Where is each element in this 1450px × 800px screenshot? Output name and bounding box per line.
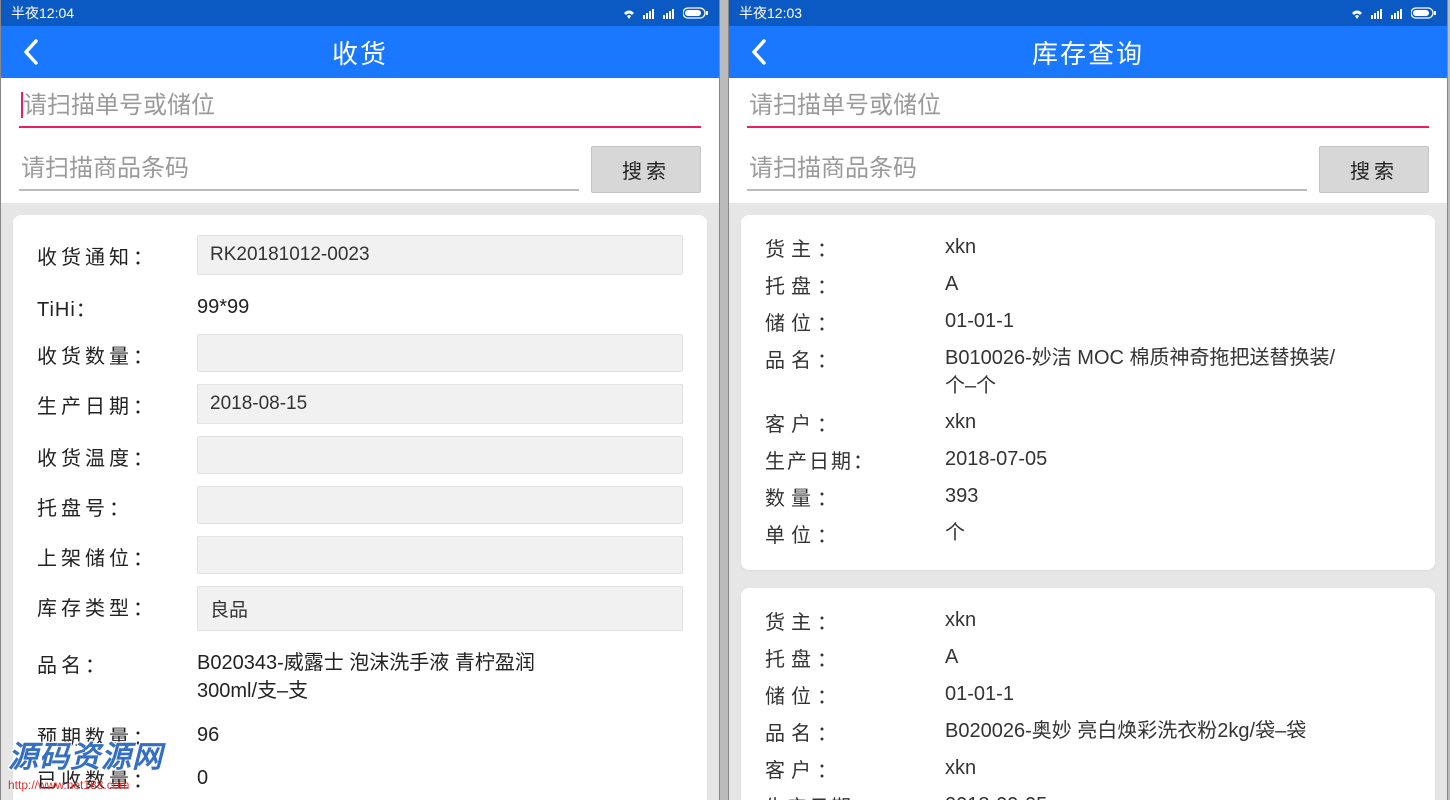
stock-type-label: 库存类型：	[37, 586, 197, 621]
owner-label: 货主：	[765, 606, 945, 635]
scan-input[interactable]	[19, 86, 701, 128]
battery-icon	[1411, 7, 1437, 19]
qty-input[interactable]	[197, 334, 683, 372]
qty-label: 收货数量：	[37, 334, 197, 369]
loc-label: 储位：	[765, 307, 945, 336]
shelf-input[interactable]	[197, 536, 683, 574]
content-area: 收货通知： RK20181012-0023 TiHi： 99*99 收货数量： …	[1, 203, 719, 800]
prod-date-label: 生产日期：	[37, 384, 197, 419]
customer-label: 客户：	[765, 408, 945, 437]
product-value: B020026-奥妙 亮白焕彩洗衣粉2kg/袋–袋	[945, 717, 1306, 745]
status-time: 半夜12:03	[739, 3, 802, 23]
loc-label: 储位：	[765, 680, 945, 709]
pd-value: 2018-09-05	[945, 791, 1047, 800]
right-phone: 半夜12:03 库存查询 搜索 货主：xkn 托盘：A 储位：01-01-1 品…	[728, 0, 1448, 800]
owner-value: xkn	[945, 233, 976, 261]
stock-type-select[interactable]: 良品	[197, 586, 683, 631]
notice-label: 收货通知：	[37, 235, 197, 270]
receive-form-card: 收货通知： RK20181012-0023 TiHi： 99*99 收货数量： …	[13, 215, 707, 800]
signal-icon-2	[1391, 7, 1405, 19]
tihi-value: 99*99	[197, 287, 249, 321]
pallet-label: 托盘：	[765, 643, 945, 672]
barcode-input[interactable]	[19, 149, 579, 191]
product-label: 品名：	[37, 643, 197, 678]
shelf-label: 上架储位：	[37, 536, 197, 571]
pallet-label: 托盘：	[765, 270, 945, 299]
product-value: B010026-妙洁 MOC 棉质神奇拖把送替换装/个–个	[945, 344, 1345, 400]
qty-label: 数量：	[765, 482, 945, 511]
loc-value: 01-01-1	[945, 307, 1014, 335]
unit-value: 个	[945, 519, 965, 547]
scan-input[interactable]	[747, 86, 1429, 128]
product-value: B020343-威露士 泡沫洗手液 青柠盈润 300ml/支–支	[197, 643, 577, 705]
app-header: 收货	[1, 26, 719, 78]
temp-input[interactable]	[197, 436, 683, 474]
signal-icon	[643, 7, 657, 19]
barcode-input[interactable]	[747, 149, 1307, 191]
back-button[interactable]	[737, 26, 781, 78]
expect-qty-label: 预期数量：	[37, 715, 197, 750]
prod-date-input[interactable]: 2018-08-15	[197, 384, 683, 424]
received-qty-value: 0	[197, 758, 208, 792]
unit-label: 单位：	[765, 519, 945, 548]
temp-label: 收货温度：	[37, 436, 197, 471]
search-zone: 搜索	[1, 78, 719, 203]
signal-icon	[1371, 7, 1385, 19]
product-label: 品名：	[765, 344, 945, 373]
battery-icon	[683, 7, 709, 19]
stock-card[interactable]: 货主：xkn 托盘：A 储位：01-01-1 品名：B010026-妙洁 MOC…	[741, 215, 1435, 570]
pd-value: 2018-07-05	[945, 445, 1047, 473]
expect-qty-value: 96	[197, 715, 219, 749]
pallet-value: A	[945, 643, 958, 671]
received-qty-label: 已收数量：	[37, 758, 197, 793]
page-title: 收货	[332, 34, 388, 71]
pallet-label: 托盘号：	[37, 486, 197, 521]
status-icons	[621, 7, 709, 19]
stock-card[interactable]: 货主：xkn 托盘：A 储位：01-01-1 品名：B020026-奥妙 亮白焕…	[741, 588, 1435, 800]
wifi-icon	[621, 7, 637, 19]
status-icons	[1349, 7, 1437, 19]
owner-label: 货主：	[765, 233, 945, 262]
pd-label: 生产日期：	[765, 445, 945, 474]
customer-label: 客户：	[765, 754, 945, 783]
back-button[interactable]	[9, 26, 53, 78]
left-phone: 半夜12:04 收货 搜索 收货通知： RK20181012-0023	[0, 0, 720, 800]
search-zone: 搜索	[729, 78, 1447, 203]
page-title: 库存查询	[1032, 34, 1144, 71]
notice-value[interactable]: RK20181012-0023	[197, 235, 683, 275]
customer-value: xkn	[945, 408, 976, 436]
pd-label: 生产日期：	[765, 791, 945, 800]
signal-icon-2	[663, 7, 677, 19]
app-header: 库存查询	[729, 26, 1447, 78]
status-time: 半夜12:04	[11, 3, 74, 23]
status-bar: 半夜12:03	[729, 0, 1447, 26]
search-button[interactable]: 搜索	[1319, 146, 1429, 193]
text-cursor	[21, 92, 23, 118]
pallet-input[interactable]	[197, 486, 683, 524]
content-area[interactable]: 货主：xkn 托盘：A 储位：01-01-1 品名：B010026-妙洁 MOC…	[729, 203, 1447, 800]
search-button[interactable]: 搜索	[591, 146, 701, 193]
status-bar: 半夜12:04	[1, 0, 719, 26]
wifi-icon	[1349, 7, 1365, 19]
product-label: 品名：	[765, 717, 945, 746]
customer-value: xkn	[945, 754, 976, 782]
loc-value: 01-01-1	[945, 680, 1014, 708]
tihi-label: TiHi：	[37, 287, 197, 322]
pallet-value: A	[945, 270, 958, 298]
owner-value: xkn	[945, 606, 976, 634]
qty-value: 393	[945, 482, 978, 510]
